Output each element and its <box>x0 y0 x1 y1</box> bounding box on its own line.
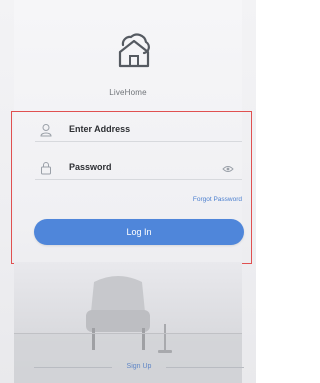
divider-line <box>166 367 244 368</box>
brand-name: LiveHome <box>109 88 147 97</box>
login-screen: LiveHome Enter Address Password Forgot P… <box>0 0 256 383</box>
address-field[interactable]: Enter Address <box>35 119 242 142</box>
password-field[interactable]: Password <box>35 157 242 180</box>
signup-row: Sign Up <box>34 361 244 373</box>
login-button[interactable]: Log In <box>34 219 244 245</box>
password-input[interactable]: Password <box>69 162 112 172</box>
user-icon <box>40 124 52 137</box>
house-cloud-icon <box>118 33 150 68</box>
forgot-password-link[interactable]: Forgot Password <box>193 196 242 203</box>
lock-icon <box>41 162 51 175</box>
eye-icon[interactable] <box>222 165 234 173</box>
address-input[interactable]: Enter Address <box>69 124 130 134</box>
